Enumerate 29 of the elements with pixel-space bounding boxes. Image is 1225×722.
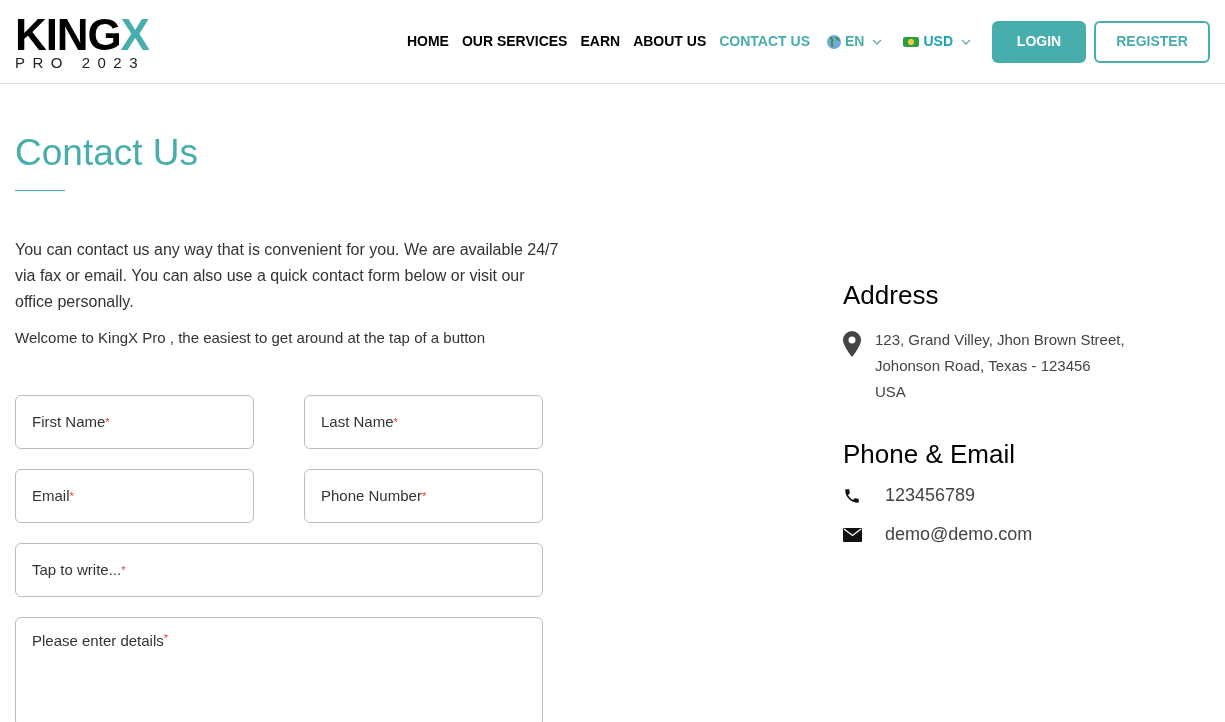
- chevron-down-icon[interactable]: [961, 38, 971, 45]
- logo[interactable]: KINGX: [15, 13, 149, 57]
- email-address: demo@demo.com: [885, 523, 1033, 546]
- phone-icon: [843, 486, 861, 505]
- input-field[interactable]: Phone Number*: [304, 469, 543, 524]
- nav-link[interactable]: OUR SERVICES: [461, 31, 568, 52]
- address-heading: Address: [843, 279, 940, 312]
- globe-icon[interactable]: [827, 34, 841, 49]
- welcome-text: Welcome to KingX Pro , the easiest to get around at the tap of a button: [15, 328, 487, 349]
- nav-link[interactable]: HOME: [406, 31, 449, 52]
- input-field[interactable]: Tap to write...*: [15, 543, 543, 598]
- input-field[interactable]: First Name*: [15, 395, 254, 450]
- banknote-icon[interactable]: [903, 36, 920, 47]
- nav-link[interactable]: EARN: [580, 31, 621, 52]
- address-line: USA: [875, 382, 907, 402]
- phone-number: 123456789: [885, 484, 976, 507]
- input-field[interactable]: Email*: [15, 469, 254, 524]
- nav-link[interactable]: ABOUT US: [633, 31, 707, 52]
- intro-text: You can contact us any way that is convenient for you. We are available 24/7 via fax or email. You can also use a quick contact form below or visit our office personally.: [15, 240, 560, 313]
- envelope-icon: [843, 527, 862, 542]
- address-line: Johonson Road, Texas - 123456: [875, 356, 1092, 376]
- input-field[interactable]: Please enter details*: [15, 617, 543, 722]
- logo-subtitle: PRO 2023: [15, 55, 147, 70]
- address-line: 123, Grand Villey, Jhon Brown Street,: [875, 330, 1125, 350]
- map-pin-icon: [843, 331, 861, 357]
- input-field[interactable]: Last Name*: [304, 395, 543, 450]
- phone-email-heading: Phone & Email: [843, 438, 1016, 471]
- page-title: Contact Us: [15, 131, 199, 175]
- chevron-down-icon[interactable]: [872, 38, 883, 45]
